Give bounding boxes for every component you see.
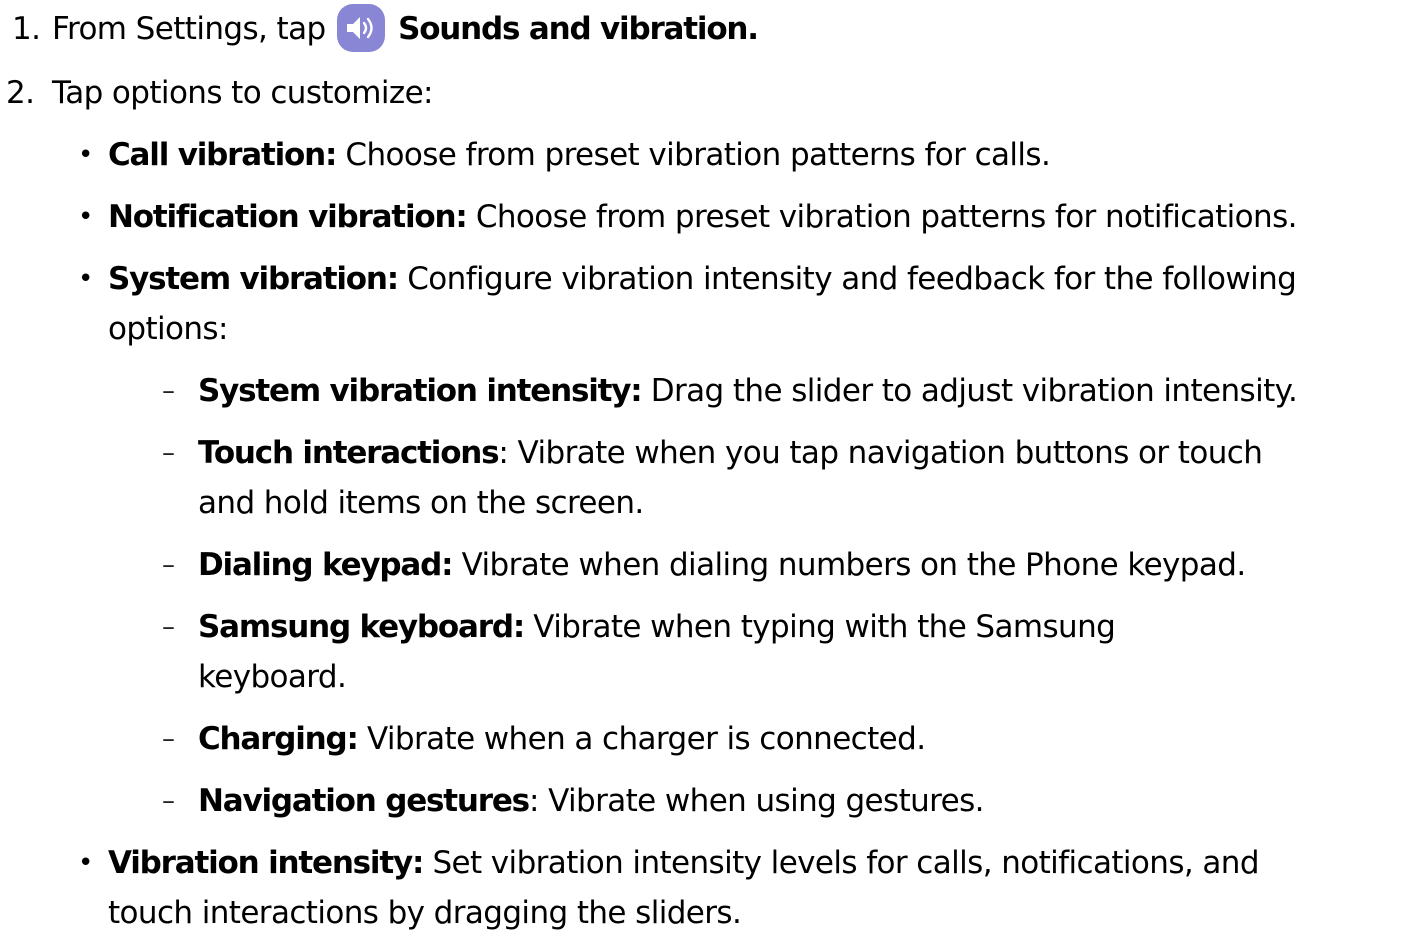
sub-option-term: Dialing keypad: [198,547,453,583]
bullet: • [78,848,93,878]
sub-option-desc: Vibrate when dialing numbers on the Phon… [461,547,1247,583]
sub-option-desc-continued: and hold items on the screen. [198,485,644,521]
sub-option-term: Touch interactions [198,435,500,471]
sub-option-desc: Vibrate when you tap navigation buttons … [517,435,1263,471]
sound-speaker-icon [336,3,385,52]
bullet: • [78,264,93,294]
option-term: Vibration intensity: [108,845,424,881]
sub-option-sep: : [498,435,509,471]
step-text: Tap options to customize: [52,75,434,111]
dash: – [162,612,175,642]
dash: – [162,376,175,406]
dash: – [162,724,175,754]
step-number: 2. [6,75,35,111]
option-term: Call vibration: [108,137,337,173]
option-desc-continued: options: [108,311,228,347]
sounds-and-vibration-label: Sounds and vibration. [398,11,759,47]
option-desc: Set vibration intensity levels for calls… [432,845,1259,881]
option-desc: Configure vibration intensity and feedba… [407,261,1297,297]
option-term: System vibration: [108,261,399,297]
sub-option-desc: Vibrate when a charger is connected. [366,721,926,757]
sub-option-desc-continued: keyboard. [198,659,347,695]
sub-option-term: Charging: [198,721,359,757]
option-desc: Choose from preset vibration patterns fo… [475,199,1298,235]
sub-option-desc: Vibrate when using gestures. [548,783,984,819]
sub-option-term: Navigation gestures [198,783,530,819]
sub-option-desc: Drag the slider to adjust vibration inte… [650,373,1298,409]
sub-option-sep: : [528,783,539,819]
sub-option-desc: Vibrate when typing with the Samsung [533,609,1116,645]
sub-option-term: System vibration intensity: [198,373,643,409]
dash: – [162,550,175,580]
dash: – [162,438,175,468]
bullet: • [78,140,93,170]
option-desc-continued: touch interactions by dragging the slide… [108,895,742,931]
step-text: From Settings, tap [52,11,326,47]
dash: – [162,786,175,816]
option-desc: Choose from preset vibration patterns fo… [345,137,1051,173]
sub-option-term: Samsung keyboard: [198,609,525,645]
step-number: 1. [12,11,41,47]
option-term: Notification vibration: [108,199,468,235]
bullet: • [78,202,93,232]
